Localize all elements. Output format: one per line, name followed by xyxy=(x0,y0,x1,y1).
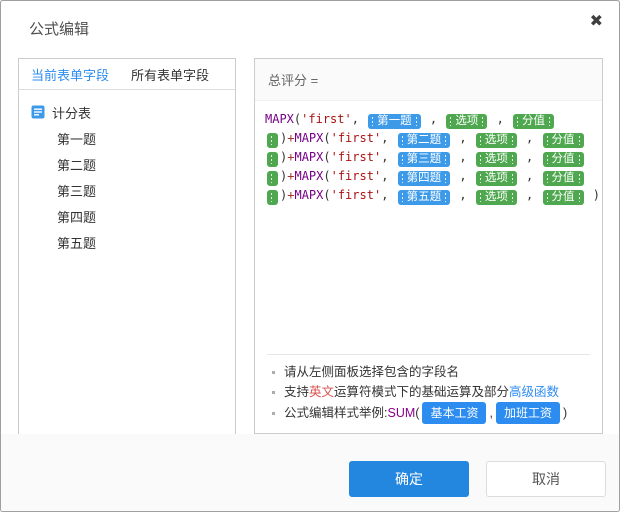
field-token-wrap[interactable] xyxy=(267,190,278,205)
formula-line: )+MAPX('first', 第二题 , 选项 , 分值 xyxy=(265,129,592,148)
string-literal: 'first' xyxy=(301,112,352,126)
formula-text: , xyxy=(489,112,511,126)
tab-current-form-fields[interactable]: 当前表单字段 xyxy=(31,65,109,84)
field-token-wrap[interactable] xyxy=(267,171,278,186)
function-name: MAPX xyxy=(294,131,323,145)
example-field-token[interactable]: 加班工资 xyxy=(496,402,560,424)
hint-line: 请从左侧面板选择包含的字段名 xyxy=(269,362,588,382)
tree-item-field[interactable]: 第四题 xyxy=(19,203,235,229)
formula-text: , xyxy=(519,169,541,183)
formula-text: , xyxy=(519,188,541,202)
hint-line: 支持英文运算符模式下的基础运算及部分高级函数 xyxy=(269,382,588,402)
formula-text: ( xyxy=(415,403,419,423)
formula-text: , xyxy=(452,131,474,145)
formula-text: 请从左侧面板选择包含的字段名 xyxy=(284,362,459,382)
function-name: MAPX xyxy=(265,112,294,126)
formula-line: )+MAPX('first', 第五题 , 选项 , 分值 ) xyxy=(265,186,592,205)
formula-text: , xyxy=(423,112,445,126)
formula-text: 运算符模式下的基础运算及部分 xyxy=(334,382,509,402)
formula-text: , xyxy=(489,403,492,423)
field-token[interactable]: 分值 xyxy=(543,190,584,205)
field-token[interactable]: 第五题 xyxy=(398,190,451,205)
formula-text: ) xyxy=(563,403,567,423)
field-token[interactable]: 分值 xyxy=(543,171,584,186)
formula-panel: 总评分 = MAPX('first', 第一题 , 选项 , 分值)+MAPX(… xyxy=(254,58,603,434)
field-token[interactable]: 选项 xyxy=(476,190,517,205)
formula-text: 支持 xyxy=(284,382,309,402)
formula-text: , xyxy=(381,150,395,164)
tree-root-label: 计分表 xyxy=(52,103,91,122)
close-icon[interactable]: ✖ xyxy=(590,14,603,30)
formula-text: 公式编辑样式举例: xyxy=(284,403,387,423)
string-literal: 'first' xyxy=(331,169,382,183)
formula-editor[interactable]: MAPX('first', 第一题 , 选项 , 分值)+MAPX('first… xyxy=(255,101,602,354)
formula-text: , xyxy=(452,169,474,183)
example-function-name: SUM xyxy=(387,403,415,423)
formula-text: , xyxy=(381,169,395,183)
formula-text: , xyxy=(381,131,395,145)
hint-emphasis: 英文 xyxy=(309,382,334,402)
tree-item-field[interactable]: 第三题 xyxy=(19,177,235,203)
field-token[interactable]: 第二题 xyxy=(398,133,451,148)
string-literal: 'first' xyxy=(331,188,382,202)
form-icon xyxy=(31,105,45,119)
formula-text: , xyxy=(519,150,541,164)
advanced-functions-link[interactable]: 高级函数 xyxy=(509,382,559,402)
formula-line: )+MAPX('first', 第三题 , 选项 , 分值 xyxy=(265,148,592,167)
formula-text: , xyxy=(452,188,474,202)
field-tabs: 当前表单字段 所有表单字段 xyxy=(19,59,235,90)
field-token[interactable]: 第一题 xyxy=(368,114,421,129)
formula-text: ( xyxy=(323,169,330,183)
field-token[interactable]: 选项 xyxy=(476,152,517,167)
field-token[interactable]: 选项 xyxy=(476,171,517,186)
field-token[interactable]: 分值 xyxy=(543,152,584,167)
field-list-panel: 当前表单字段 所有表单字段 计分表 第一题第二题第三题第四题第五题 xyxy=(18,58,236,435)
dialog-footer: 确定 取消 xyxy=(1,434,619,511)
hint-line: 公式编辑样式举例: SUM ( 基本工资 , 加班工资 ) xyxy=(269,402,588,424)
field-token-wrap[interactable] xyxy=(267,152,278,167)
field-tree: 计分表 第一题第二题第三题第四题第五题 xyxy=(19,90,235,255)
formula-hints: 请从左侧面板选择包含的字段名支持英文运算符模式下的基础运算及部分高级函数公式编辑… xyxy=(267,354,590,433)
tree-root-form[interactable]: 计分表 xyxy=(19,99,235,125)
field-token[interactable]: 第四题 xyxy=(398,171,451,186)
tab-all-form-fields[interactable]: 所有表单字段 xyxy=(131,65,209,84)
tree-item-field[interactable]: 第二题 xyxy=(19,151,235,177)
formula-line: MAPX('first', 第一题 , 选项 , 分值 xyxy=(265,110,592,129)
tree-item-field[interactable]: 第五题 xyxy=(19,229,235,255)
cancel-button[interactable]: 取消 xyxy=(486,461,606,497)
tree-items: 第一题第二题第三题第四题第五题 xyxy=(19,125,235,255)
formula-text: , xyxy=(452,150,474,164)
formula-line: )+MAPX('first', 第四题 , 选项 , 分值 xyxy=(265,167,592,186)
dialog-title: 公式编辑 xyxy=(29,18,89,39)
formula-edit-dialog: 公式编辑 ✖ 当前表单字段 所有表单字段 计分表 第一题第二题第三题第四题第五题 xyxy=(0,0,620,512)
field-token-wrap[interactable] xyxy=(267,133,278,148)
formula-text: , xyxy=(381,188,395,202)
formula-target-label: 总评分 = xyxy=(255,59,602,101)
formula-text: , xyxy=(519,131,541,145)
function-name: MAPX xyxy=(294,150,323,164)
formula-text: ( xyxy=(323,150,330,164)
string-literal: 'first' xyxy=(331,150,382,164)
string-literal: 'first' xyxy=(331,131,382,145)
formula-text: , xyxy=(352,112,366,126)
ok-button[interactable]: 确定 xyxy=(349,461,469,497)
field-token[interactable]: 第三题 xyxy=(398,152,451,167)
field-token[interactable]: 选项 xyxy=(476,133,517,148)
function-name: MAPX xyxy=(294,169,323,183)
field-token[interactable]: 分值 xyxy=(543,133,584,148)
formula-text: ( xyxy=(323,131,330,145)
function-name: MAPX xyxy=(294,188,323,202)
field-token[interactable]: 分值 xyxy=(513,114,554,129)
tree-item-field[interactable]: 第一题 xyxy=(19,125,235,151)
formula-text: ) xyxy=(586,188,600,202)
field-token[interactable]: 选项 xyxy=(446,114,487,129)
formula-text: ( xyxy=(323,188,330,202)
example-field-token[interactable]: 基本工资 xyxy=(422,402,486,424)
